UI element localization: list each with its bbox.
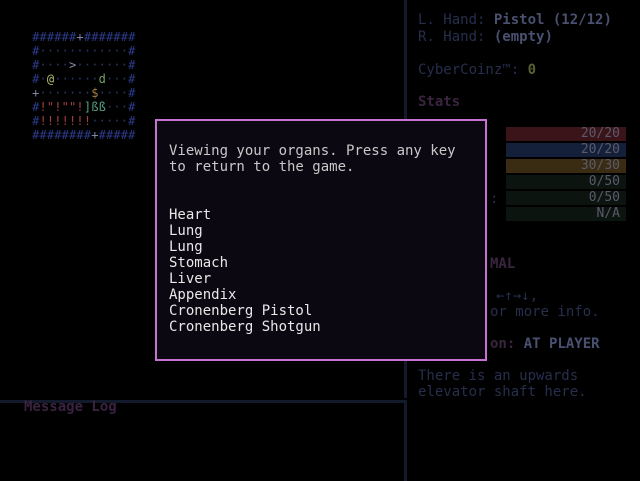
left-hand-row: L. Hand: Pistol (12/12) xyxy=(418,12,612,28)
left-hand-label: L. Hand: xyxy=(418,12,486,28)
tile-description: There is an upwards elevator shaft here. xyxy=(418,368,587,400)
direction-arrows: ←↑→↓, xyxy=(496,288,539,304)
dungeon-map: ######+####### #············# #····>······… xyxy=(32,30,135,142)
message-log-title: Message Log xyxy=(24,399,117,415)
map-row: #····>·······# xyxy=(32,58,136,72)
modal-message: Viewing your organs. Press any key to re… xyxy=(169,143,465,175)
organ-item: Lung xyxy=(169,223,203,239)
target-label: on: xyxy=(490,336,516,352)
map-row: ######+####### xyxy=(32,30,136,44)
organ-item: Liver xyxy=(169,271,212,287)
map-row: #!!!!!!!·····# xyxy=(32,114,136,128)
organ-item: Heart xyxy=(169,207,212,223)
organ-list: Heart Lung Lung Stomach Liver Appendix Cronenb… xyxy=(169,207,321,335)
currency-label: CyberCoinz™: xyxy=(418,62,520,78)
target-value: AT PLAYER xyxy=(523,336,600,352)
organ-item: Appendix xyxy=(169,287,237,303)
stat-partial-label: : xyxy=(490,191,499,207)
info-hint: or more info. xyxy=(490,304,600,320)
organ-item: Lung xyxy=(169,239,203,255)
stat-bar: N/A xyxy=(506,207,626,221)
right-hand-label: R. Hand: xyxy=(418,29,486,45)
stat-bar: 20/20 xyxy=(506,127,626,141)
organ-item: Cronenberg Pistol xyxy=(169,303,313,319)
left-hand-value: Pistol (12/12) xyxy=(493,12,612,28)
organs-modal[interactable]: Viewing your organs. Press any key to re… xyxy=(155,119,487,361)
stat-bar: 0/50 xyxy=(506,175,626,189)
map-row: #············# xyxy=(32,44,136,58)
currency-value: 0 xyxy=(527,62,537,78)
target-row: on: AT PLAYER xyxy=(490,336,600,352)
right-hand-row: R. Hand: (empty) xyxy=(418,29,553,45)
mode-indicator: MAL xyxy=(490,256,516,272)
right-hand-value: (empty) xyxy=(493,29,553,45)
map-row: +·······$····# xyxy=(32,86,136,100)
map-row: #!"!""!]ßß···# xyxy=(32,100,136,114)
currency-row: CyberCoinz™: 0 xyxy=(418,62,536,78)
organ-item: Cronenberg Shotgun xyxy=(169,319,321,335)
stat-bar: 20/20 xyxy=(506,143,626,157)
map-row: #·@······d···# xyxy=(32,72,136,86)
organ-item: Stomach xyxy=(169,255,229,271)
stat-bar: 0/50 xyxy=(506,191,626,205)
stat-bar: 30/30 xyxy=(506,159,626,173)
map-row: ########+##### xyxy=(32,128,136,142)
stats-title: Stats xyxy=(418,94,461,110)
